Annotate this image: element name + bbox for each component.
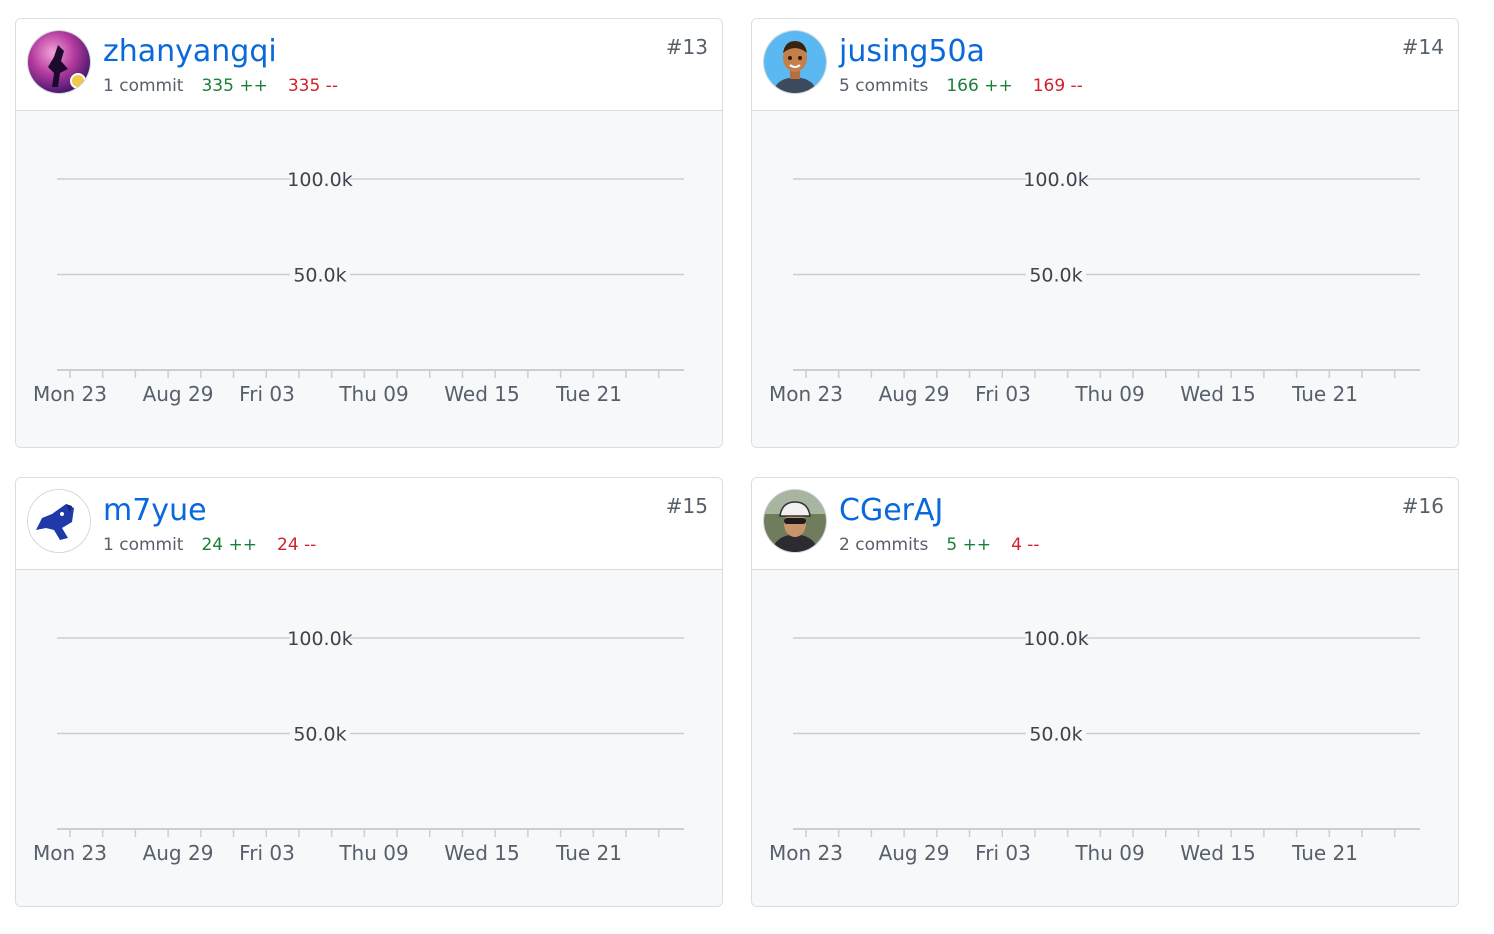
contribution-stats: 2 commits 5 ++ 4 -- — [839, 534, 1040, 556]
username-link[interactable]: m7yue — [103, 493, 207, 529]
x-tick-label: Mon 23 — [769, 382, 843, 406]
y-tick-label: 50.0k — [293, 724, 346, 746]
rank-label: #15 — [665, 494, 708, 518]
contribution-stats: 5 commits 166 ++ 169 -- — [839, 75, 1083, 97]
x-tick-label: Aug 29 — [143, 841, 214, 865]
x-tick-label: Fri 03 — [975, 841, 1031, 865]
x-tick-label: Fri 03 — [975, 382, 1031, 406]
chart-area: 100.0k 50.0k Mon 23 Aug 29 Fri 03 Thu 09 Wed 1… — [16, 570, 722, 906]
chart-area: 100.0k 50.0k Mon 23 Aug 29 Fri 03 Thu 09 Wed 1… — [16, 111, 722, 447]
commit-count[interactable]: 2 commits — [839, 535, 928, 555]
x-tick-label: Tue 21 — [1291, 841, 1358, 865]
contribution-chart: 100.0k 50.0k Mon 23 Aug 29 Fri 03 Thu 09 Wed 1… — [769, 627, 1420, 865]
avatar[interactable] — [28, 31, 90, 93]
x-tick-label: Aug 29 — [879, 841, 950, 865]
y-tick-label: 50.0k — [1029, 265, 1082, 287]
contribution-chart: 100.0k 50.0k Mon 23 Aug 29 Fri 03 Thu 09 Wed 1… — [769, 168, 1420, 406]
x-tick-label: Thu 09 — [338, 841, 408, 865]
x-tick-label: Fri 03 — [239, 382, 295, 406]
contributor-card: m7yue 1 commit 24 ++ 24 -- #15 100.0k 50.0k… — [15, 477, 723, 907]
contributor-card: jusing50a 5 commits 166 ++ 169 -- #14 100.… — [751, 18, 1459, 448]
contributor-card: zhanyangqi 1 commit 335 ++ 335 -- #13 100.… — [15, 18, 723, 448]
x-tick-label: Tue 21 — [555, 841, 622, 865]
x-tick-label: Mon 23 — [33, 841, 107, 865]
card-header: m7yue 1 commit 24 ++ 24 -- #15 — [16, 478, 722, 570]
commit-count[interactable]: 1 commit — [103, 535, 183, 555]
y-tick-label: 100.0k — [1023, 169, 1088, 191]
username-link[interactable]: jusing50a — [839, 34, 985, 70]
contributor-card: CGerAJ 2 commits 5 ++ 4 -- #16 100.0k 50.0k… — [751, 477, 1459, 907]
x-tick-label: Mon 23 — [769, 841, 843, 865]
x-tick-label: Thu 09 — [338, 382, 408, 406]
x-tick-label: Aug 29 — [143, 382, 214, 406]
avatar[interactable] — [764, 490, 826, 552]
x-tick-label: Tue 21 — [555, 382, 622, 406]
additions-count: 166 ++ — [946, 76, 1013, 96]
x-tick-label: Thu 09 — [1074, 382, 1144, 406]
y-tick-label: 100.0k — [1023, 628, 1088, 650]
x-tick-label: Wed 15 — [444, 841, 519, 865]
x-tick-label: Thu 09 — [1074, 841, 1144, 865]
additions-count: 5 ++ — [946, 535, 992, 555]
username-link[interactable]: zhanyangqi — [103, 34, 277, 70]
commit-count[interactable]: 1 commit — [103, 76, 183, 96]
y-tick-label: 100.0k — [287, 169, 352, 191]
contribution-stats: 1 commit 24 ++ 24 -- — [103, 534, 316, 556]
commit-count[interactable]: 5 commits — [839, 76, 928, 96]
deletions-count: 335 -- — [287, 76, 338, 96]
rank-label: #14 — [1401, 35, 1444, 59]
additions-count: 24 ++ — [201, 535, 258, 555]
avatar[interactable] — [764, 31, 826, 93]
x-tick-label: Wed 15 — [1180, 841, 1255, 865]
contribution-stats: 1 commit 335 ++ 335 -- — [103, 75, 338, 97]
deletions-count: 4 -- — [1011, 535, 1040, 555]
card-header: zhanyangqi 1 commit 335 ++ 335 -- #13 — [16, 19, 722, 111]
x-tick-label: Aug 29 — [879, 382, 950, 406]
avatar[interactable] — [28, 490, 90, 552]
y-tick-label: 50.0k — [293, 265, 346, 287]
x-tick-label: Fri 03 — [239, 841, 295, 865]
additions-count: 335 ++ — [201, 76, 268, 96]
deletions-count: 24 -- — [277, 535, 317, 555]
x-tick-label: Wed 15 — [444, 382, 519, 406]
x-tick-label: Tue 21 — [1291, 382, 1358, 406]
rank-label: #13 — [665, 35, 708, 59]
rank-label: #16 — [1401, 494, 1444, 518]
chart-area: 100.0k 50.0k Mon 23 Aug 29 Fri 03 Thu 09 Wed 1… — [752, 111, 1458, 447]
contribution-chart: 100.0k 50.0k Mon 23 Aug 29 Fri 03 Thu 09 Wed 1… — [33, 168, 684, 406]
contribution-chart: 100.0k 50.0k Mon 23 Aug 29 Fri 03 Thu 09 Wed 1… — [33, 627, 684, 865]
y-tick-label: 100.0k — [287, 628, 352, 650]
x-tick-label: Wed 15 — [1180, 382, 1255, 406]
x-tick-label: Mon 23 — [33, 382, 107, 406]
username-link[interactable]: CGerAJ — [839, 493, 943, 529]
deletions-count: 169 -- — [1032, 76, 1083, 96]
card-header: CGerAJ 2 commits 5 ++ 4 -- #16 — [752, 478, 1458, 570]
chart-area: 100.0k 50.0k Mon 23 Aug 29 Fri 03 Thu 09 Wed 1… — [752, 570, 1458, 906]
card-header: jusing50a 5 commits 166 ++ 169 -- #14 — [752, 19, 1458, 111]
y-tick-label: 50.0k — [1029, 724, 1082, 746]
